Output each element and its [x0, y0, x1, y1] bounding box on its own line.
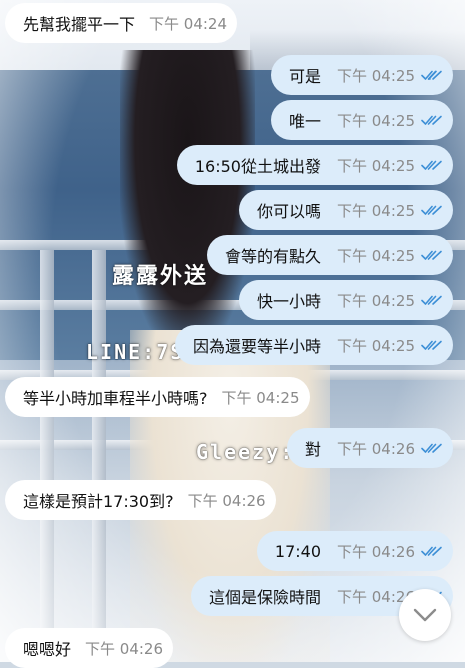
read-double-check-icon: [421, 205, 442, 215]
chevron-down-icon: [413, 608, 437, 622]
message-time: 下午 04:25: [337, 291, 415, 310]
read-double-check-icon: [421, 115, 442, 125]
read-double-check-icon: [421, 546, 442, 556]
message-time: 下午 04:25: [337, 246, 415, 265]
message-time: 下午 04:26: [85, 639, 164, 658]
message-time: 下午 04:25: [337, 156, 415, 175]
message-text: 16:50從土城出發: [194, 157, 321, 176]
message-text: 嗯嗯好: [23, 640, 72, 659]
incoming-message-bubble[interactable]: 先幫我擺平一下 下午 04:24: [5, 3, 238, 43]
incoming-message-bubble[interactable]: 嗯嗯好 下午 04:26: [5, 628, 174, 668]
message-time: 下午 04:25: [337, 66, 415, 85]
message-text: 因為還要等半小時: [192, 337, 321, 356]
message-meta: 下午 04:25: [337, 245, 443, 266]
message-meta: 下午 04:26: [337, 438, 443, 459]
outgoing-message-bubble[interactable]: 對 下午 04:26: [286, 428, 453, 468]
scroll-to-bottom-button[interactable]: [399, 589, 451, 641]
outgoing-message-bubble[interactable]: 快一小時 下午 04:25: [238, 280, 453, 320]
message-time: 下午 04:25: [337, 201, 415, 220]
message-meta: 下午 04:25: [337, 65, 443, 86]
read-double-check-icon: [421, 70, 442, 80]
message-text: 這樣是預計17:30到?: [23, 492, 174, 511]
message-text: 等半小時加車程半小時嗎?: [23, 389, 208, 408]
read-double-check-icon: [421, 443, 442, 453]
read-double-check-icon: [421, 250, 442, 260]
outgoing-message-bubble[interactable]: 16:50從土城出發 下午 04:25: [176, 145, 453, 185]
message-meta: 下午 04:25: [337, 110, 443, 131]
message-meta: 下午 04:25: [337, 155, 443, 176]
message-text: 唯一: [288, 112, 321, 131]
message-meta: 下午 04:26: [337, 541, 443, 562]
outgoing-message-bubble[interactable]: 會等的有點久 下午 04:25: [206, 235, 453, 275]
incoming-message-bubble[interactable]: 這樣是預計17:30到? 下午 04:26: [5, 480, 276, 520]
message-text: 17:40: [274, 541, 321, 561]
message-text: 你可以嗎: [256, 202, 321, 221]
message-time: 下午 04:25: [337, 336, 415, 355]
message-time: 下午 04:24: [149, 14, 228, 33]
message-text: 快一小時: [256, 292, 321, 311]
outgoing-message-bubble[interactable]: 你可以嗎 下午 04:25: [238, 190, 453, 230]
message-text: 對: [304, 440, 321, 459]
message-time: 下午 04:26: [337, 542, 415, 561]
message-list: 先幫我擺平一下 下午 04:24 可是 下午 04:25 唯一 下午 04:25…: [0, 0, 465, 668]
message-meta: 下午 04:25: [337, 290, 443, 311]
outgoing-message-bubble[interactable]: 可是 下午 04:25: [270, 55, 453, 95]
read-double-check-icon: [421, 160, 442, 170]
outgoing-message-bubble[interactable]: 17:40 下午 04:26: [256, 531, 453, 571]
message-time: 下午 04:26: [187, 491, 266, 510]
message-text: 這個是保險時間: [208, 588, 321, 607]
message-text: 先幫我擺平一下: [23, 15, 136, 34]
message-time: 下午 04:25: [221, 388, 300, 407]
outgoing-message-bubble[interactable]: 唯一 下午 04:25: [270, 100, 453, 140]
message-meta: 下午 04:25: [337, 200, 443, 221]
message-meta: 下午 04:25: [337, 335, 443, 356]
message-text: 會等的有點久: [224, 247, 321, 266]
message-text: 可是: [288, 67, 321, 86]
message-time: 下午 04:26: [337, 439, 415, 458]
incoming-message-bubble[interactable]: 等半小時加車程半小時嗎? 下午 04:25: [5, 377, 310, 417]
read-double-check-icon: [421, 340, 442, 350]
read-double-check-icon: [421, 295, 442, 305]
message-time: 下午 04:25: [337, 111, 415, 130]
outgoing-message-bubble[interactable]: 因為還要等半小時 下午 04:25: [174, 325, 453, 365]
